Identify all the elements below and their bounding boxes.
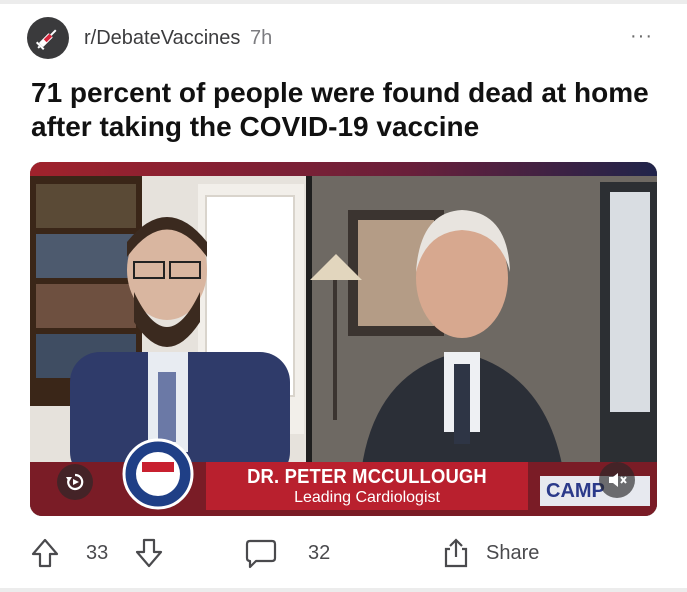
vote-count: 33 bbox=[86, 533, 108, 573]
lower-third: DR. PETER MCCULLOUGH Leading Cardiologis… bbox=[206, 462, 528, 510]
lower-third-role: Leading Cardiologist bbox=[294, 489, 440, 506]
post-actions-bar: 33 32 Share bbox=[30, 533, 657, 573]
syringe-icon bbox=[35, 29, 57, 51]
share-icon bbox=[444, 538, 468, 568]
subreddit-name[interactable]: r/DebateVaccines bbox=[84, 27, 240, 49]
comment-icon bbox=[245, 539, 277, 569]
top-divider bbox=[0, 0, 687, 4]
vote-count-label: 33 bbox=[86, 541, 109, 564]
replay-icon bbox=[66, 473, 84, 491]
post-title[interactable]: 71 percent of people were found dead at … bbox=[31, 76, 661, 144]
subreddit-avatar[interactable] bbox=[27, 17, 69, 59]
video-player[interactable]: DR. PETER MCCULLOUGH Leading Cardiologis… bbox=[30, 162, 657, 516]
upvote-icon bbox=[31, 538, 59, 568]
lower-third-name: DR. PETER MCCULLOUGH bbox=[247, 466, 487, 488]
replay-button[interactable] bbox=[57, 464, 93, 500]
more-options-button[interactable]: ··· bbox=[630, 25, 653, 48]
downvote-icon bbox=[135, 538, 163, 568]
comment-count: 32 bbox=[308, 541, 331, 564]
share-label: Share bbox=[486, 541, 540, 564]
share-button[interactable]: Share bbox=[440, 533, 539, 573]
mute-icon bbox=[609, 473, 627, 487]
bottom-divider bbox=[0, 588, 687, 592]
post-header: r/DebateVaccines 7h ··· bbox=[27, 17, 657, 61]
post-age: 7h bbox=[249, 27, 273, 49]
upvote-button[interactable] bbox=[30, 533, 60, 573]
mute-button[interactable] bbox=[599, 462, 635, 498]
downvote-button[interactable] bbox=[134, 533, 164, 573]
comments-button[interactable]: 32 bbox=[244, 533, 330, 573]
subreddit-line: r/DebateVaccines 7h bbox=[84, 27, 272, 50]
